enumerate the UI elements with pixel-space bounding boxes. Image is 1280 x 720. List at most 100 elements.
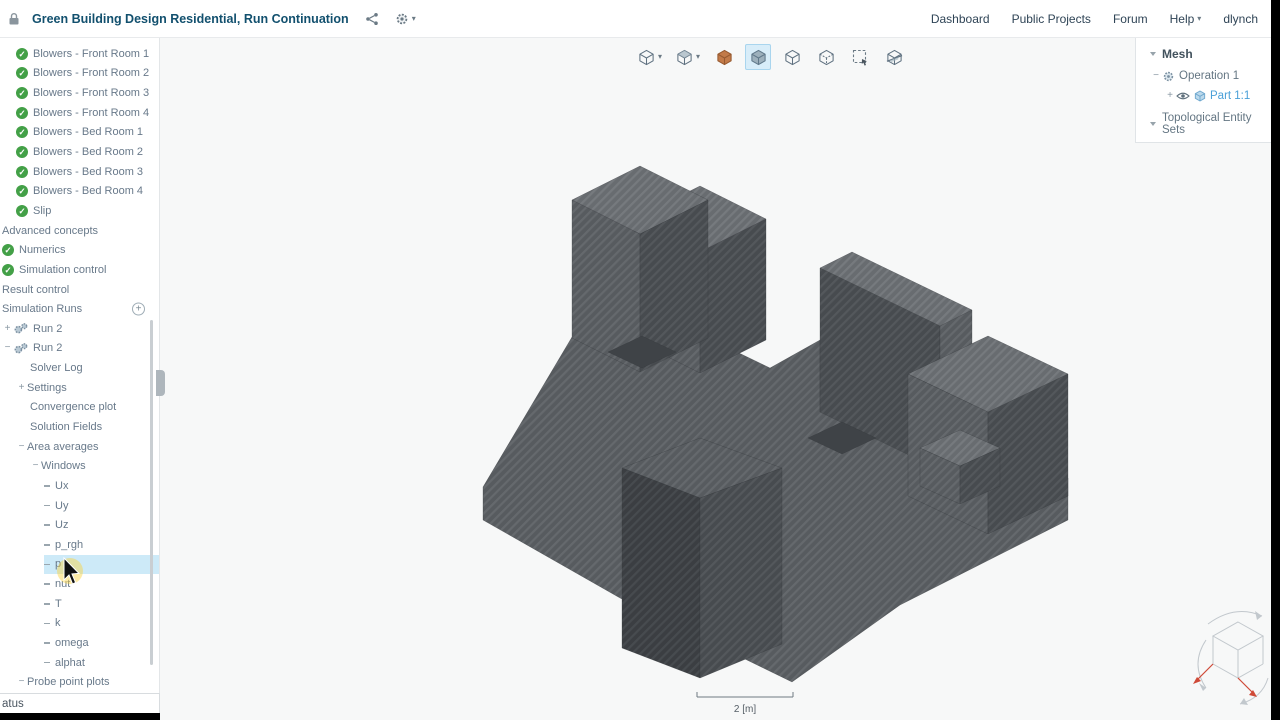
sidebar-item-label: omega [55, 637, 89, 650]
mesh-viewport[interactable]: 2 [m] [160, 38, 1271, 720]
sidebar-item-blowers-front-room-4[interactable]: ✓ Blowers - Front Room 4 [0, 103, 159, 123]
sidebar-item-label: k [55, 617, 61, 630]
top-nav: Dashboard Public Projects Forum Help ▾ d… [931, 12, 1258, 26]
sidebar-item-result-control[interactable]: Result control [0, 280, 159, 300]
sidebar-item-settings[interactable]: + Settings [0, 378, 159, 398]
sidebar-item-label: Solution Fields [30, 420, 103, 433]
mesh-quality-button[interactable] [711, 44, 737, 70]
render-mode-button[interactable]: ▾ [673, 44, 703, 70]
sidebar-item-alphat[interactable]: alphat [0, 653, 159, 673]
surface-mode-button[interactable] [779, 44, 805, 70]
nav-help[interactable]: Help ▾ [1170, 12, 1202, 26]
sidebar-item-label: p_rgh [55, 538, 84, 551]
scale-bar: 2 [m] [696, 692, 794, 715]
sidebar-item-windows[interactable]: − Windows [0, 456, 159, 476]
render-cube-icon [676, 49, 693, 66]
settings-gear-button[interactable]: ▾ [395, 12, 416, 26]
sidebar-item-convergence-plot[interactable]: Convergence plot [0, 398, 159, 418]
bullet-icon [44, 583, 50, 585]
collapse-icon[interactable]: − [16, 441, 27, 452]
topological-entity-sets-label: Topological Entity Sets [1162, 112, 1252, 136]
nav-public-projects[interactable]: Public Projects [1012, 12, 1091, 26]
sidebar-item-blowers-front-room-1[interactable]: ✓ Blowers - Front Room 1 [0, 44, 159, 64]
expand-icon[interactable]: + [1164, 91, 1176, 101]
sidebar-item-simulation-runs[interactable]: Simulation Runs + [0, 299, 159, 319]
sidebar-item-run-2[interactable]: + Run 2 [0, 319, 159, 339]
bullet-icon [44, 642, 50, 644]
nav-username[interactable]: dlynch [1223, 12, 1258, 26]
sidebar-item-solver-log[interactable]: Solver Log [0, 358, 159, 378]
viewer-canvas[interactable]: 2 [m] ▾ ▾ [156, 38, 1271, 720]
sidebar-item-probe-point-plots[interactable]: − Probe point plots [0, 673, 159, 693]
sidebar-item-uz[interactable]: Uz [0, 515, 159, 535]
project-title: Green Building Design Residential, Run C… [32, 11, 349, 26]
sidebar-item-blowers-bed-room-1[interactable]: ✓ Blowers - Bed Room 1 [0, 123, 159, 143]
sidebar-item-t[interactable]: T [0, 594, 159, 614]
check-icon: ✓ [2, 263, 14, 276]
mesh-panel-header[interactable]: Mesh [1136, 38, 1271, 66]
collapse-icon[interactable]: − [1150, 71, 1162, 81]
mesh-model [482, 165, 1069, 683]
collapse-icon[interactable]: − [16, 677, 27, 687]
sidebar-item-blowers-front-room-3[interactable]: ✓ Blowers - Front Room 3 [0, 83, 159, 103]
sidebar-item-solution-fields[interactable]: Solution Fields [0, 417, 159, 437]
box-select-icon [852, 49, 869, 66]
nav-forum[interactable]: Forum [1113, 12, 1148, 26]
collapse-icon[interactable]: − [30, 461, 41, 471]
sidebar-item-blowers-bed-room-3[interactable]: ✓ Blowers - Bed Room 3 [0, 162, 159, 182]
orientation-gizmo[interactable] [1193, 611, 1269, 705]
sidebar-item-label: Blowers - Bed Room 1 [33, 126, 144, 139]
check-icon: ✓ [16, 47, 28, 60]
part-row[interactable]: + Part 1:1 [1136, 86, 1271, 106]
sidebar-item-run-2[interactable]: − Run 2 [0, 339, 159, 359]
simulation-tree-sidebar: ✓ Blowers - Front Room 1 ✓ Blowers - Front … [0, 38, 160, 720]
bullet-icon [44, 563, 50, 566]
edge-mode-button[interactable] [813, 44, 839, 70]
sidebar-scrollbar[interactable] [150, 320, 153, 665]
sidebar-item-simulation-control[interactable]: ✓ Simulation control [0, 260, 159, 280]
add-simulation-run-button[interactable]: + [132, 302, 145, 316]
sidebar-item-omega[interactable]: omega [0, 633, 159, 653]
sidebar-item-blowers-bed-room-4[interactable]: ✓ Blowers - Bed Room 4 [0, 181, 159, 201]
nav-dashboard[interactable]: Dashboard [931, 12, 990, 26]
sidebar-item-nut[interactable]: nut [0, 574, 159, 594]
operation-row[interactable]: − Operation 1 [1136, 66, 1271, 86]
sidebar-item-numerics[interactable]: ✓ Numerics [0, 240, 159, 260]
sidebar-item-p[interactable]: p [0, 554, 159, 575]
letterbox-bottom-left [0, 713, 160, 720]
sidebar-item-label: Numerics [19, 244, 66, 257]
x-axis-arrow [1193, 663, 1257, 697]
sidebar-item-blowers-bed-room-2[interactable]: ✓ Blowers - Bed Room 2 [0, 142, 159, 162]
bullet-icon [44, 661, 50, 664]
mesh-visibility-button[interactable] [745, 44, 772, 70]
view-orientation-button[interactable]: ▾ [635, 44, 665, 70]
operation-label: Operation 1 [1179, 70, 1240, 82]
sidebar-item-uy[interactable]: Uy [0, 496, 159, 516]
expand-icon[interactable]: + [2, 323, 13, 334]
sidebar-item-area-averages[interactable]: − Area averages [0, 437, 159, 457]
sidebar-item-label: Simulation Runs [2, 303, 83, 316]
bullet-icon [44, 524, 50, 526]
sidebar-item-ux[interactable]: Ux [0, 476, 159, 496]
check-icon: ✓ [16, 165, 28, 178]
box-select-button[interactable] [847, 44, 873, 70]
sidebar-item-k[interactable]: k [0, 614, 159, 634]
mesh-clip-button[interactable] [881, 44, 907, 70]
expand-icon[interactable]: + [16, 382, 27, 393]
status-bar: atus [0, 693, 160, 713]
sidebar-collapse-handle[interactable] [156, 370, 165, 396]
check-icon: ✓ [16, 185, 28, 198]
visibility-eye-icon[interactable] [1176, 91, 1190, 101]
topological-entity-sets-row[interactable]: Topological Entity Sets [1136, 112, 1271, 136]
gears-icon [13, 322, 29, 335]
sidebar-item-slip[interactable]: ✓ Slip [0, 201, 159, 221]
sidebar-item-label: Uy [55, 499, 69, 512]
share-button[interactable] [365, 12, 379, 26]
chevron-down-icon: ▾ [658, 52, 663, 61]
sidebar-item-p-rgh[interactable]: p_rgh [0, 535, 159, 555]
collapse-icon[interactable]: − [2, 343, 13, 353]
chevron-down-icon: ▾ [696, 52, 701, 61]
sidebar-item-label: Area averages [27, 440, 99, 453]
sidebar-item-blowers-front-room-2[interactable]: ✓ Blowers - Front Room 2 [0, 64, 159, 84]
sidebar-item-advanced-concepts[interactable]: Advanced concepts [0, 221, 159, 241]
